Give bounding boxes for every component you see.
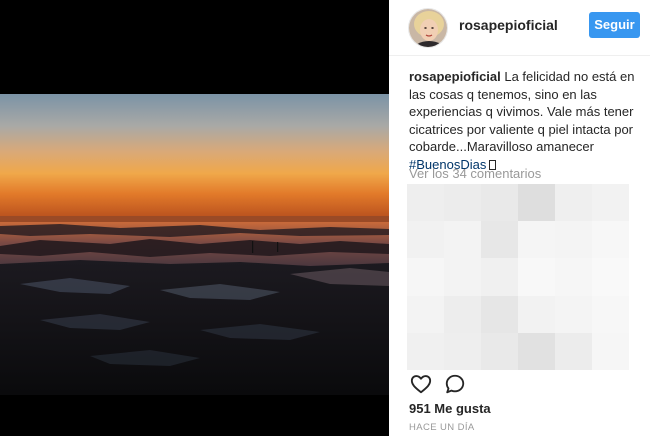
mosaic-cell	[407, 221, 444, 259]
mosaic-cell	[444, 258, 481, 296]
profile-photo	[409, 9, 447, 47]
mosaic-cell	[407, 184, 444, 222]
caption-username-link[interactable]: rosapepioficial	[409, 69, 501, 84]
view-comments-link[interactable]: Ver los 34 comentarios	[409, 166, 541, 181]
likes-count[interactable]: 951 Me gusta	[409, 401, 491, 416]
mosaic-cell	[444, 332, 481, 370]
mosaic-cell	[481, 258, 518, 296]
mosaic-cell	[592, 295, 629, 333]
mosaic-cell	[592, 221, 629, 259]
mosaic-cell	[592, 258, 629, 296]
post-caption: rosapepioficial La felicidad no está en …	[409, 68, 641, 174]
mosaic-cell	[555, 258, 592, 296]
mosaic-cell	[592, 184, 629, 222]
mosaic-cell	[555, 332, 592, 370]
mosaic-cell	[407, 295, 444, 333]
mosaic-cell	[518, 332, 555, 370]
mosaic-cell	[481, 295, 518, 333]
sunset-photo	[0, 94, 389, 395]
mosaic-cell	[555, 184, 592, 222]
mosaic-cell	[481, 221, 518, 259]
avatar[interactable]	[408, 8, 448, 48]
pixelated-comments-area	[407, 184, 629, 370]
post-photo[interactable]	[0, 94, 389, 395]
mosaic-cell	[518, 295, 555, 333]
follow-button[interactable]: Seguir	[589, 12, 640, 38]
mosaic-cell	[555, 221, 592, 259]
comment-button[interactable]	[441, 370, 469, 398]
mosaic-cell	[518, 221, 555, 259]
like-button[interactable]	[407, 370, 435, 398]
mosaic-cell	[444, 221, 481, 259]
post-header: rosapepioficial Seguir	[389, 0, 650, 56]
post-details-panel: rosapepioficial Seguir rosapepioficial L…	[389, 0, 650, 436]
mosaic-cell	[592, 332, 629, 370]
mosaic-cell	[444, 184, 481, 222]
mosaic-cell	[444, 295, 481, 333]
comment-icon	[445, 374, 465, 394]
mosaic-cell	[407, 258, 444, 296]
post-timestamp[interactable]: HACE UN DÍA	[409, 422, 475, 433]
mosaic-cell	[481, 184, 518, 222]
mosaic-cell	[518, 184, 555, 222]
username-link[interactable]: rosapepioficial	[459, 17, 558, 33]
heart-icon	[410, 375, 432, 394]
mosaic-cell	[518, 258, 555, 296]
mosaic-cell	[555, 295, 592, 333]
post-actions-bar	[389, 370, 650, 398]
post-media-panel	[0, 0, 389, 436]
mosaic-cell	[481, 332, 518, 370]
mosaic-cell	[407, 332, 444, 370]
